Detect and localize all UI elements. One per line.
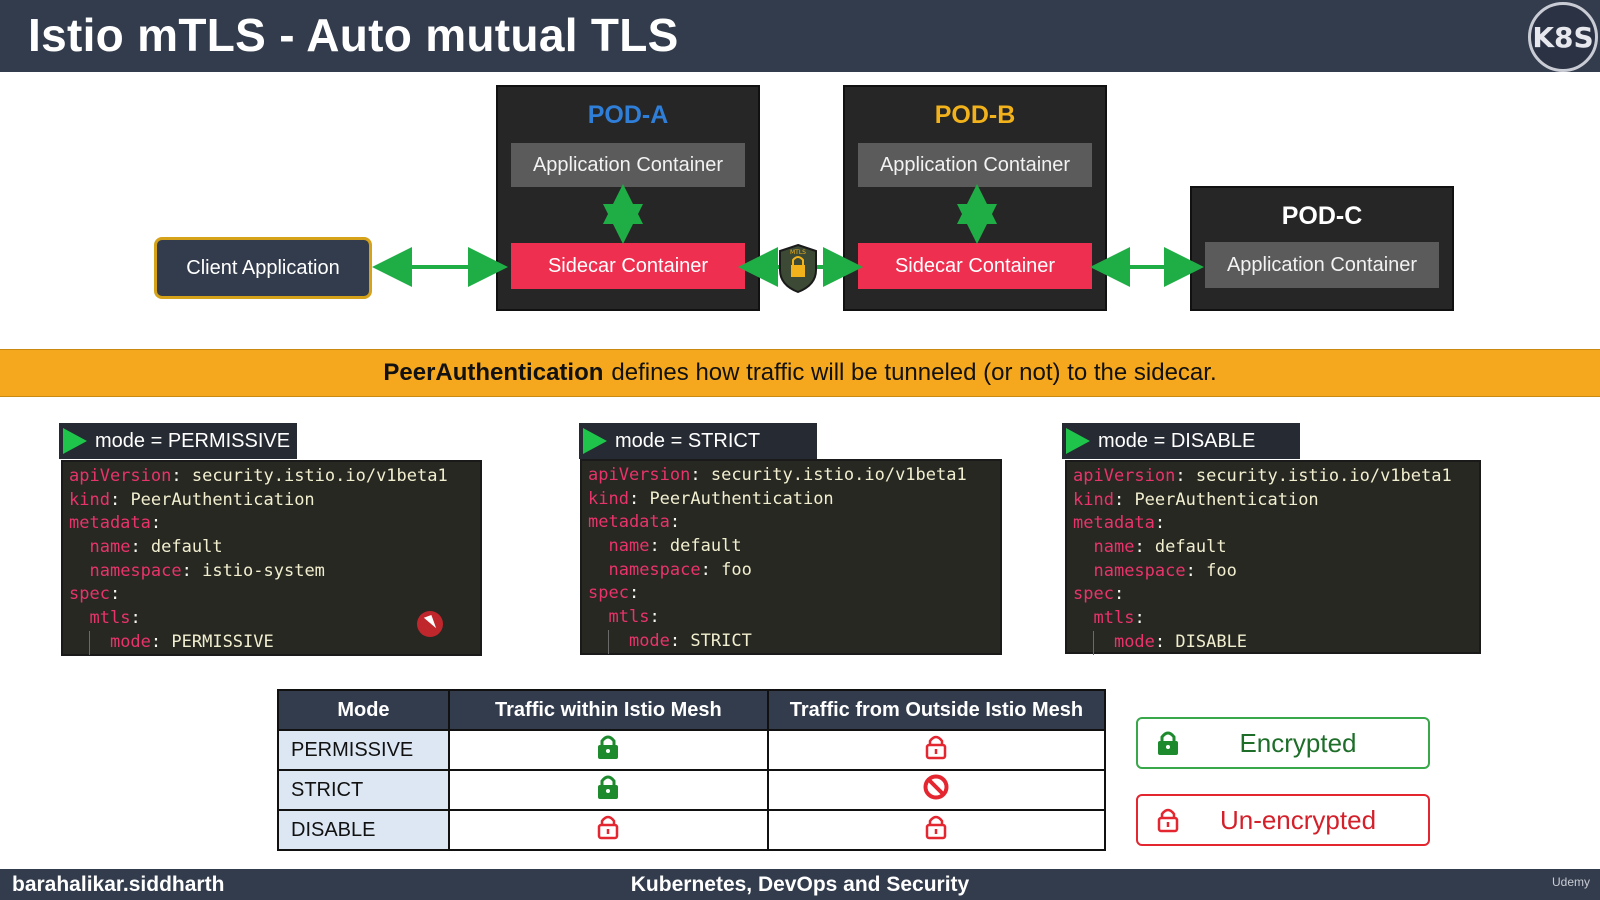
outside-mesh-cell — [766, 769, 1107, 811]
pod-a-title: POD-A — [587, 101, 669, 129]
code-line: metadata: — [588, 512, 681, 533]
mode-tab-label: mode = STRICT — [615, 429, 761, 452]
code-line: mode: DISABLE — [1073, 630, 1479, 655]
code-line: kind: PeerAuthentication — [1073, 489, 1319, 510]
pod-b-title: POD-B — [934, 101, 1016, 129]
mtls-shield-icon: MTLS — [779, 243, 817, 294]
table-row: STRICT — [277, 769, 1107, 811]
course-title: Kubernetes, DevOps and Security — [630, 873, 970, 896]
mode-comparison-table: Mode Traffic within Istio Mesh Traffic f… — [277, 689, 1107, 851]
pod-a: POD-A Application Container Sidecar Cont… — [496, 85, 760, 311]
pod-b: POD-B Application Container Sidecar Cont… — [843, 85, 1107, 311]
pod-a-application-container: Application Container — [511, 143, 745, 187]
locked-icon — [597, 735, 619, 765]
column-header-within: Traffic within Istio Mesh — [447, 689, 769, 731]
within-mesh-cell — [447, 809, 769, 851]
banner-text: defines how traffic will be tunneled (or… — [611, 359, 1217, 386]
code-line: namespace: foo — [608, 559, 752, 580]
table-row: PERMISSIVE — [277, 729, 1107, 771]
play-icon — [63, 428, 87, 454]
locked-icon — [1138, 730, 1198, 756]
within-mesh-cell — [447, 769, 769, 811]
pod-c-application-container: Application Container — [1205, 242, 1439, 288]
mode-tab-label: mode = DISABLE — [1098, 429, 1256, 452]
outside-mesh-cell — [766, 809, 1107, 851]
slide: Istio mTLS - Auto mutual TLS K8S Client … — [0, 0, 1600, 900]
pod-c-title: POD-C — [1281, 202, 1363, 230]
mouse-cursor-icon — [417, 611, 443, 637]
pod-a-sidecar-container: Sidecar Container — [511, 243, 745, 289]
within-mesh-cell — [447, 729, 769, 771]
k8s-logo: K8S — [1528, 2, 1598, 72]
mode-tab-disable: mode = DISABLE — [1062, 423, 1300, 459]
code-line: name: default — [608, 536, 742, 557]
banner-keyword: PeerAuthentication — [383, 359, 604, 386]
code-line: name: default — [1093, 537, 1227, 558]
column-header-outside: Traffic from Outside Istio Mesh — [766, 689, 1107, 731]
legend-encrypted: Encrypted — [1136, 717, 1430, 769]
unlocked-icon — [925, 735, 947, 765]
code-line: mode: PERMISSIVE — [69, 630, 480, 655]
blocked-icon — [923, 774, 949, 805]
code-line: kind: PeerAuthentication — [588, 488, 834, 509]
peer-authentication-banner: PeerAuthentication defines how traffic w… — [0, 349, 1600, 397]
client-application-box: Client Application — [154, 237, 372, 299]
pod-b-sidecar-container: Sidecar Container — [858, 243, 1092, 289]
mode-cell: DISABLE — [277, 809, 450, 851]
table-header-row: Mode Traffic within Istio Mesh Traffic f… — [277, 689, 1107, 731]
legend-encrypted-label: Encrypted — [1239, 727, 1357, 758]
code-line: mtls: — [1093, 608, 1145, 629]
legend-unencrypted-label: Un-encrypted — [1219, 804, 1377, 835]
code-line: mode: STRICT — [588, 629, 1000, 654]
code-line: spec: — [69, 584, 121, 605]
page-title: Istio mTLS - Auto mutual TLS — [28, 9, 679, 61]
code-line: namespace: foo — [1093, 560, 1237, 581]
play-icon — [583, 428, 607, 454]
table-row: DISABLE — [277, 809, 1107, 851]
code-line: spec: — [588, 583, 640, 604]
mtls-badge-label: MTLS — [790, 249, 806, 256]
code-line: apiVersion: security.istio.io/v1beta1 — [1073, 466, 1452, 486]
locked-icon — [597, 775, 619, 805]
code-line: apiVersion: security.istio.io/v1beta1 — [69, 466, 448, 486]
play-icon — [1066, 428, 1090, 454]
legend-unencrypted: Un-encrypted — [1136, 794, 1430, 846]
code-line: metadata: — [69, 513, 162, 534]
mode-tab-permissive: mode = PERMISSIVE — [59, 423, 297, 459]
code-line: apiVersion: security.istio.io/v1beta1 — [588, 465, 967, 485]
pod-c: POD-C Application Container — [1190, 186, 1454, 311]
header-bar: Istio mTLS - Auto mutual TLS K8S — [0, 0, 1600, 72]
code-line: spec: — [1073, 584, 1125, 605]
code-line: kind: PeerAuthentication — [69, 489, 315, 510]
mode-cell: PERMISSIVE — [277, 729, 450, 771]
mode-tab-label: mode = PERMISSIVE — [95, 429, 291, 452]
footer-bar: barahalikar.siddharth Kubernetes, DevOps… — [0, 869, 1600, 900]
code-line: namespace: istio-system — [89, 560, 325, 581]
code-line: name: default — [89, 537, 223, 558]
unlocked-icon — [1138, 807, 1198, 833]
unlocked-icon — [925, 815, 947, 845]
yaml-code-strict: apiVersion: security.istio.io/v1beta1 ki… — [580, 459, 1002, 655]
column-header-mode: Mode — [277, 689, 450, 731]
yaml-code-disable: apiVersion: security.istio.io/v1beta1 ki… — [1065, 460, 1481, 655]
pod-b-application-container: Application Container — [858, 143, 1092, 187]
code-line: mtls: — [608, 607, 660, 628]
code-line: metadata: — [1073, 513, 1166, 534]
mode-tab-strict: mode = STRICT — [579, 423, 817, 459]
mode-cell: STRICT — [277, 769, 450, 811]
udemy-logo: Udemy — [1551, 875, 1590, 889]
unlocked-icon — [597, 815, 619, 845]
outside-mesh-cell — [766, 729, 1107, 771]
